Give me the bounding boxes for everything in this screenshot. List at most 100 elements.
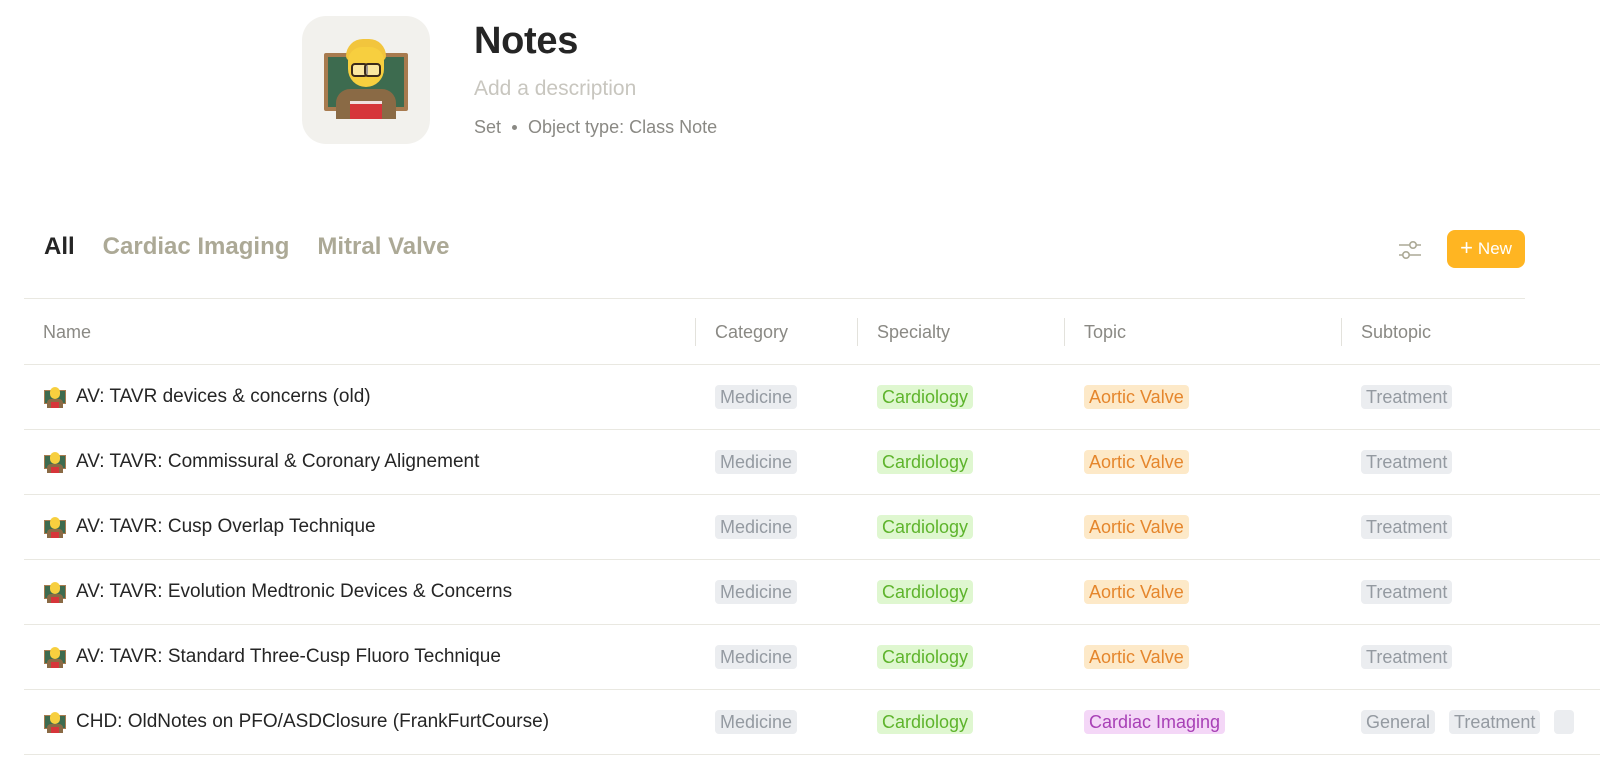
column-header-specialty[interactable]: Specialty xyxy=(877,299,950,365)
subtopic-tag: Treatment xyxy=(1361,450,1453,474)
view-tab-cardiac-imaging[interactable]: Cardiac Imaging xyxy=(103,230,290,264)
object-name: AV: TAVR: Evolution Medtronic Devices & … xyxy=(76,581,513,602)
topic-tag: Aortic Valve xyxy=(1084,515,1189,539)
table-row[interactable]: AV: TAVR: Commissural & Coronary Alignem… xyxy=(24,430,1600,495)
specialty-cell[interactable]: Cardiology xyxy=(877,560,987,624)
object-name: AV: TAVR devices & concerns (old) xyxy=(76,386,371,407)
column-header-subtopic[interactable]: Subtopic xyxy=(1361,299,1431,365)
objects-table: Name Category Specialty Topic Subtopic A… xyxy=(24,299,1600,755)
set-header: Notes Add a description Set Object type:… xyxy=(302,16,717,144)
subtopic-cell[interactable]: Treatment xyxy=(1361,495,1466,559)
teacher-emoji-icon xyxy=(44,581,66,603)
teacher-emoji-icon xyxy=(44,451,66,473)
object-type-link[interactable]: Object type: Class Note xyxy=(528,116,717,138)
topic-cell[interactable]: Aortic Valve xyxy=(1084,560,1203,624)
set-kind-label: Set xyxy=(474,117,502,137)
set-meta: Set Object type: Class Note xyxy=(474,116,717,138)
specialty-cell[interactable]: Cardiology xyxy=(877,430,987,494)
teacher-emoji-icon xyxy=(44,386,66,408)
name-cell[interactable]: AV: TAVR: Cusp Overlap Technique xyxy=(44,495,376,559)
subtopic-tag: Treatment xyxy=(1449,710,1541,734)
separator-dot xyxy=(512,124,518,130)
teacher-emoji-icon xyxy=(324,39,408,121)
topic-tag: Aortic Valve xyxy=(1084,645,1189,669)
category-cell[interactable]: Medicine xyxy=(715,430,811,494)
specialty-cell[interactable]: Cardiology xyxy=(877,625,987,689)
specialty-cell[interactable]: Cardiology xyxy=(877,690,987,754)
table-row[interactable]: CHD: OldNotes on PFO/ASDClosure (FrankFu… xyxy=(24,690,1600,755)
category-cell[interactable]: Medicine xyxy=(715,495,811,559)
column-header-name[interactable]: Name xyxy=(43,299,91,365)
table-row[interactable]: AV: TAVR: Standard Three-Cusp Fluoro Tec… xyxy=(24,625,1600,690)
topic-tag: Aortic Valve xyxy=(1084,450,1189,474)
specialty-tag: Cardiology xyxy=(877,515,974,539)
table-body: AV: TAVR devices & concerns (old) Medicin… xyxy=(24,365,1600,755)
category-cell[interactable]: Medicine xyxy=(715,560,811,624)
view-tab-all[interactable]: All xyxy=(44,230,75,264)
subtopic-cell[interactable]: Treatment xyxy=(1361,430,1466,494)
category-tag: Medicine xyxy=(715,450,798,474)
table-row[interactable]: AV: TAVR: Evolution Medtronic Devices & … xyxy=(24,560,1600,625)
category-cell[interactable]: Medicine xyxy=(715,625,811,689)
object-name: AV: TAVR: Standard Three-Cusp Fluoro Tec… xyxy=(76,646,501,667)
subtopic-tag: Treatment xyxy=(1361,385,1453,409)
category-tag: Medicine xyxy=(715,385,798,409)
specialty-tag: Cardiology xyxy=(877,580,974,604)
table-row[interactable]: AV: TAVR devices & concerns (old) Medicin… xyxy=(24,365,1600,430)
table-header: Name Category Specialty Topic Subtopic xyxy=(24,299,1600,365)
specialty-cell[interactable]: Cardiology xyxy=(877,365,987,429)
subtopic-cell[interactable]: Treatment xyxy=(1361,365,1466,429)
new-object-button[interactable]: + New xyxy=(1447,230,1525,268)
subtopic-tag: General xyxy=(1361,710,1436,734)
name-cell[interactable]: AV: TAVR devices & concerns (old) xyxy=(44,365,371,429)
set-icon-button[interactable] xyxy=(302,16,430,144)
subtopic-tag: Treatment xyxy=(1361,645,1453,669)
view-settings-button[interactable] xyxy=(1394,234,1426,266)
category-tag: Medicine xyxy=(715,645,798,669)
specialty-tag: Cardiology xyxy=(877,645,974,669)
name-cell[interactable]: AV: TAVR: Commissural & Coronary Alignem… xyxy=(44,430,479,494)
sliders-icon xyxy=(1399,240,1421,260)
name-cell[interactable]: AV: TAVR: Standard Three-Cusp Fluoro Tec… xyxy=(44,625,501,689)
category-cell[interactable]: Medicine xyxy=(715,365,811,429)
topic-cell[interactable]: Aortic Valve xyxy=(1084,430,1203,494)
column-resize-handle[interactable] xyxy=(1341,318,1342,346)
object-name: AV: TAVR: Cusp Overlap Technique xyxy=(76,516,376,537)
column-resize-handle[interactable] xyxy=(1064,318,1065,346)
category-cell[interactable]: Medicine xyxy=(715,690,811,754)
topic-cell[interactable]: Aortic Valve xyxy=(1084,625,1203,689)
column-header-category[interactable]: Category xyxy=(715,299,788,365)
subtopic-cell[interactable]: General Treatment xyxy=(1361,690,1588,754)
object-name: CHD: OldNotes on PFO/ASDClosure (FrankFu… xyxy=(76,711,550,732)
subtopic-tag: Treatment xyxy=(1361,515,1453,539)
view-tab-mitral-valve[interactable]: Mitral Valve xyxy=(317,230,449,264)
teacher-emoji-icon xyxy=(44,646,66,668)
description-placeholder[interactable]: Add a description xyxy=(474,76,717,102)
column-resize-handle[interactable] xyxy=(695,318,696,346)
topic-cell[interactable]: Aortic Valve xyxy=(1084,365,1203,429)
subtopic-cell[interactable]: Treatment xyxy=(1361,625,1466,689)
subtopic-tag: Treatment xyxy=(1361,580,1453,604)
name-cell[interactable]: AV: TAVR: Evolution Medtronic Devices & … xyxy=(44,560,512,624)
specialty-cell[interactable]: Cardiology xyxy=(877,495,987,559)
page-title[interactable]: Notes xyxy=(474,18,717,64)
column-resize-handle[interactable] xyxy=(857,318,858,346)
column-header-topic[interactable]: Topic xyxy=(1084,299,1126,365)
topic-tag: Cardiac Imaging xyxy=(1084,710,1226,734)
category-tag: Medicine xyxy=(715,515,798,539)
topic-cell[interactable]: Cardiac Imaging xyxy=(1084,690,1239,754)
name-cell[interactable]: CHD: OldNotes on PFO/ASDClosure (FrankFu… xyxy=(44,690,549,754)
category-tag: Medicine xyxy=(715,710,798,734)
specialty-tag: Cardiology xyxy=(877,385,974,409)
topic-tag: Aortic Valve xyxy=(1084,580,1189,604)
table-row[interactable]: AV: TAVR: Cusp Overlap Technique Medicine… xyxy=(24,495,1600,560)
plus-icon: + xyxy=(1460,235,1473,260)
topic-tag: Aortic Valve xyxy=(1084,385,1189,409)
subtopic-cell[interactable]: Treatment xyxy=(1361,560,1466,624)
teacher-emoji-icon xyxy=(44,711,66,733)
specialty-tag: Cardiology xyxy=(877,450,974,474)
teacher-emoji-icon xyxy=(44,516,66,538)
object-name: AV: TAVR: Commissural & Coronary Alignem… xyxy=(76,451,480,472)
view-tabs: All Cardiac Imaging Mitral Valve xyxy=(44,230,449,264)
topic-cell[interactable]: Aortic Valve xyxy=(1084,495,1203,559)
